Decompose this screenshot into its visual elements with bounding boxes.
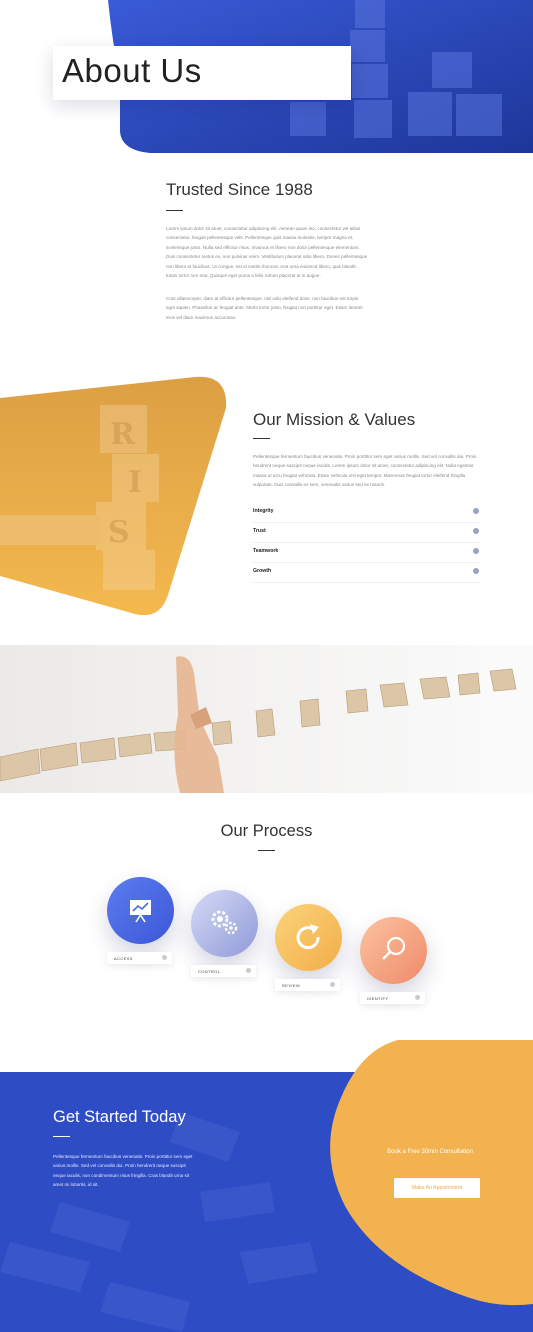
- step-access-card[interactable]: ACCESS: [107, 952, 172, 964]
- step-label: CONTROL: [198, 968, 221, 974]
- accordion-label: Growth: [253, 568, 272, 574]
- plus-icon[interactable]: [473, 528, 479, 534]
- mission-paragraph: Pellentesque fermentum faucibus venenati…: [253, 454, 477, 488]
- svg-text:R: R: [110, 417, 136, 452]
- accordion-item-growth[interactable]: Growth: [253, 563, 480, 583]
- step-review-circle[interactable]: [275, 904, 342, 971]
- accordion-item-integrity[interactable]: Integrity: [253, 503, 480, 523]
- heading-divider: [258, 850, 275, 851]
- step-control-card[interactable]: CONTROL: [191, 965, 256, 977]
- accordion-item-teamwork[interactable]: Teamwork: [253, 543, 480, 563]
- step-control-circle[interactable]: [191, 890, 258, 957]
- step-label: IDENTIFY: [367, 995, 389, 1001]
- step-label: ACCESS: [114, 955, 133, 961]
- step-label: REVIEW: [282, 982, 301, 988]
- accordion-label: Trust: [253, 528, 266, 534]
- mission-heading: Our Mission & Values: [253, 410, 416, 429]
- svg-text:I: I: [128, 465, 142, 500]
- step-identify-circle[interactable]: [360, 917, 427, 984]
- hero-section: About Us: [0, 0, 533, 160]
- step-access-circle[interactable]: [107, 877, 174, 944]
- make-appointment-button[interactable]: Make An Appointment: [394, 1178, 480, 1198]
- page-title-box: About Us: [53, 46, 351, 100]
- accordion-item-trust[interactable]: Trust: [253, 523, 480, 543]
- trusted-paragraph-1: Lorem ipsum dolor sit amet, consectetur …: [166, 226, 368, 279]
- get-started-heading: Get Started Today: [53, 1108, 186, 1126]
- plus-icon[interactable]: [473, 508, 479, 514]
- info-icon: [246, 968, 251, 973]
- trusted-paragraph-2: Cras ullamcorper, diam at efficitur pell…: [166, 296, 363, 320]
- svg-text:S: S: [108, 515, 130, 550]
- accordion-label: Teamwork: [253, 548, 279, 554]
- get-started-paragraph: Pellentesque fermentum faucibus venenati…: [53, 1154, 193, 1188]
- domino-hand-image: [0, 645, 533, 793]
- gears-icon: [211, 910, 238, 935]
- presentation-icon: [130, 900, 151, 923]
- mission-image-shape: RIS: [0, 376, 227, 616]
- trusted-heading: Trusted Since 1988: [166, 180, 313, 199]
- info-icon: [330, 982, 335, 987]
- process-heading: Our Process: [220, 822, 313, 840]
- info-icon: [415, 995, 420, 1000]
- step-review-card[interactable]: REVIEW: [275, 979, 340, 991]
- info-icon: [162, 955, 167, 960]
- heading-divider: [166, 210, 183, 211]
- plus-icon[interactable]: [473, 568, 479, 574]
- refresh-icon: [296, 924, 320, 950]
- heading-divider: [53, 1136, 70, 1137]
- consultation-text: Book a Free 30min Consultation: [387, 1149, 473, 1155]
- page-title: About Us: [62, 52, 202, 89]
- plus-icon[interactable]: [473, 548, 479, 554]
- search-icon: [382, 936, 406, 960]
- step-identify-card[interactable]: IDENTIFY: [360, 992, 425, 1004]
- accordion-label: Integrity: [253, 508, 274, 514]
- heading-divider: [253, 438, 270, 439]
